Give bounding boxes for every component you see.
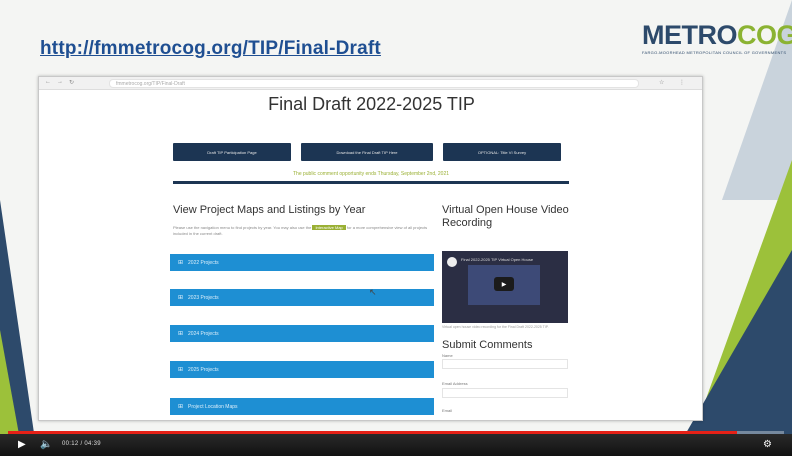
metrocog-logo: METROCOG FARGO-MOORHEAD METROPOLITAN COU… xyxy=(642,20,792,56)
plus-icon: ⊞ xyxy=(178,367,184,373)
field-label: Email Address xyxy=(442,381,468,386)
plus-icon: ⊞ xyxy=(178,404,184,410)
star-icon[interactable]: ☆ xyxy=(659,79,664,86)
play-icon[interactable]: ▶ xyxy=(494,277,514,291)
reload-icon[interactable]: ↻ xyxy=(69,79,74,86)
channel-avatar xyxy=(447,257,457,267)
presentation-slide: http://fmmetrocog.org/TIP/Final-Draft ME… xyxy=(0,0,792,456)
video-embed[interactable]: Final 2022-2025 TIP Virtual Open House ▶ xyxy=(442,251,568,323)
accordion-project-location-maps[interactable]: ⊞ Project Location Maps xyxy=(170,398,434,415)
plus-icon: ⊞ xyxy=(178,295,184,301)
accordion-2022-projects[interactable]: ⊞ 2022 Projects xyxy=(170,254,434,271)
divider xyxy=(173,181,569,184)
webpage: Final Draft 2022-2025 TIP Draft TIP Part… xyxy=(39,91,702,420)
interactive-map-link[interactable]: Interactive Map xyxy=(312,225,346,230)
section-description: Please use the navigation menu to find p… xyxy=(173,225,428,236)
email-field[interactable] xyxy=(442,388,568,398)
play-icon[interactable]: ▶ xyxy=(18,439,26,450)
page-title: Final Draft 2022-2025 TIP xyxy=(268,94,475,114)
mouse-cursor-icon: ↖ xyxy=(369,287,377,297)
title-vi-survey-button[interactable]: OPTIONAL: Title VI Survey xyxy=(443,143,561,161)
field-label: Name xyxy=(442,353,453,358)
field-label: Email xyxy=(442,408,453,413)
plus-icon: ⊞ xyxy=(178,260,184,266)
browser-window: ← → ↻ fmmetrocog.org/TIP/Final-Draft ☆ ⋮… xyxy=(38,76,703,421)
video-description: Virtual open house video recording for t… xyxy=(442,325,549,329)
comment-deadline-notice: The public comment opportunity ends Thur… xyxy=(292,171,450,177)
section-title: View Project Maps and Listings by Year xyxy=(173,204,366,216)
back-arrow-icon[interactable]: ← xyxy=(45,79,51,85)
browser-toolbar: ← → ↻ fmmetrocog.org/TIP/Final-Draft ☆ ⋮ xyxy=(39,77,702,90)
comments-title: Submit Comments xyxy=(442,339,533,351)
video-section-title: Virtual Open House Video Recording xyxy=(442,204,569,229)
slide-url-heading: http://fmmetrocog.org/TIP/Final-Draft xyxy=(40,38,381,59)
name-field[interactable] xyxy=(442,359,568,369)
accordion-2023-projects[interactable]: ⊞ 2023 Projects xyxy=(170,289,434,306)
forward-arrow-icon[interactable]: → xyxy=(57,79,63,85)
download-tip-button[interactable]: Download the Final Draft TIP Here xyxy=(301,143,433,161)
accordion-2025-projects[interactable]: ⊞ 2025 Projects xyxy=(170,361,434,378)
accordion-2024-projects[interactable]: ⊞ 2024 Projects xyxy=(170,325,434,342)
menu-icon[interactable]: ⋮ xyxy=(679,79,685,86)
video-controls: ▶ 🔈 00:12 / 04:39 ⚙ xyxy=(0,434,792,456)
address-bar[interactable]: fmmetrocog.org/TIP/Final-Draft xyxy=(109,79,639,88)
video-time: 00:12 / 04:39 xyxy=(62,441,101,447)
plus-icon: ⊞ xyxy=(178,331,184,337)
participation-page-button[interactable]: Draft TIP Participation Page xyxy=(173,143,291,161)
volume-icon[interactable]: 🔈 xyxy=(40,439,52,450)
decorative-shape xyxy=(0,330,20,440)
settings-gear-icon[interactable]: ⚙ xyxy=(763,439,772,450)
